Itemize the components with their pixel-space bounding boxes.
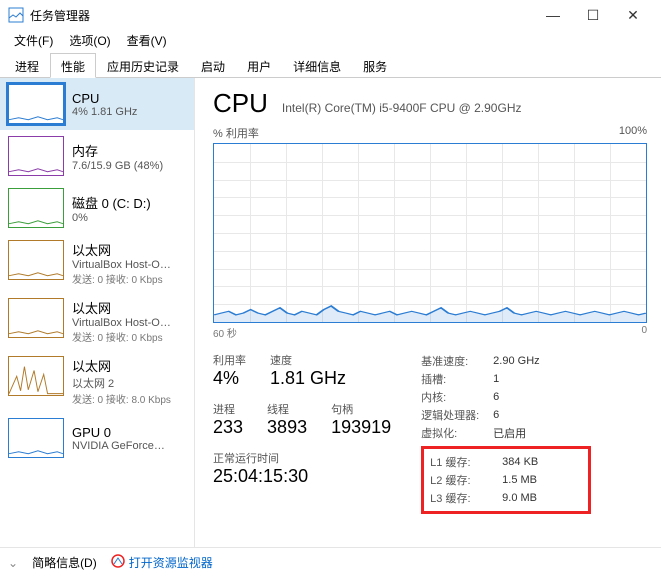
menubar: 文件(F) 选项(O) 查看(V) (0, 30, 661, 52)
main-panel: CPU Intel(R) Core(TM) i5-9400F CPU @ 2.9… (195, 78, 661, 547)
sidebar-item-name: 以太网 (72, 356, 171, 375)
sidebar-item-value: 7.6/15.9 GB (48%) (72, 160, 163, 172)
thumb-icon (8, 356, 64, 396)
monitor-icon (111, 554, 125, 571)
cpu-model: Intel(R) Core(TM) i5-9400F CPU @ 2.90GHz (282, 101, 522, 115)
footer: ⌄ 简略信息(D) 打开资源监视器 (0, 547, 661, 577)
resource-monitor-link[interactable]: 打开资源监视器 (111, 554, 213, 571)
util-val: 4% (213, 368, 246, 389)
sidebar-item-name: 内存 (72, 141, 163, 160)
util-max: 100% (619, 125, 647, 141)
handle-val: 193919 (331, 417, 391, 438)
axis-left: 60 秒 (213, 325, 237, 340)
tab-details[interactable]: 详细信息 (282, 53, 352, 78)
util-lbl: 利用率 (213, 352, 246, 368)
thumb-icon (8, 298, 64, 338)
sidebar-item-gpu-0[interactable]: GPU 0NVIDIA GeForce… (0, 412, 194, 464)
sidebar-item-name: 以太网 (72, 298, 171, 317)
thread-val: 3893 (267, 417, 307, 438)
tab-performance[interactable]: 性能 (50, 53, 96, 78)
page-title: CPU (213, 88, 268, 119)
sidebar-item--0-c-d-[interactable]: 磁盘 0 (C: D:)0% (0, 182, 194, 234)
sidebar-item-sub: 发送: 0 接收: 0 Kbps (72, 329, 171, 344)
sidebar-item--[interactable]: 以太网VirtualBox Host-O…发送: 0 接收: 0 Kbps (0, 292, 194, 350)
thread-lbl: 线程 (267, 401, 307, 417)
tabbar: 进程 性能 应用历史记录 启动 用户 详细信息 服务 (0, 52, 661, 78)
tab-startup[interactable]: 启动 (190, 53, 236, 78)
axis-right: 0 (641, 325, 647, 340)
sidebar-item-name: 以太网 (72, 240, 171, 259)
tab-app-history[interactable]: 应用历史记录 (96, 53, 190, 78)
sidebar-item--[interactable]: 内存7.6/15.9 GB (48%) (0, 130, 194, 182)
sidebar-item-name: GPU 0 (72, 425, 165, 440)
window-title: 任务管理器 (30, 7, 533, 24)
minimize-button[interactable]: — (533, 0, 573, 30)
proc-val: 233 (213, 417, 243, 438)
brief-info-link[interactable]: 简略信息(D) (32, 554, 97, 571)
speed-lbl: 速度 (270, 352, 346, 368)
sidebar-item-value: VirtualBox Host-O… (72, 259, 171, 271)
thumb-icon (8, 240, 64, 280)
sidebar: CPU4% 1.81 GHz内存7.6/15.9 GB (48%)磁盘 0 (C… (0, 78, 195, 547)
sidebar-item-value: 0% (72, 212, 151, 224)
thumb-icon (8, 136, 64, 176)
sidebar-item-cpu[interactable]: CPU4% 1.81 GHz (0, 78, 194, 130)
menu-options[interactable]: 选项(O) (61, 30, 118, 52)
cpu-chart[interactable] (213, 143, 647, 323)
thumb-icon (8, 418, 64, 458)
sidebar-item--[interactable]: 以太网以太网 2发送: 0 接收: 8.0 Kbps (0, 350, 194, 412)
speed-val: 1.81 GHz (270, 368, 346, 389)
tab-processes[interactable]: 进程 (4, 53, 50, 78)
sidebar-item--[interactable]: 以太网VirtualBox Host-O…发送: 0 接收: 0 Kbps (0, 234, 194, 292)
proc-lbl: 进程 (213, 401, 243, 417)
close-button[interactable]: ✕ (613, 0, 653, 30)
sidebar-item-name: 磁盘 0 (C: D:) (72, 193, 151, 212)
sidebar-item-value: 4% 1.81 GHz (72, 106, 137, 118)
app-icon (8, 7, 24, 23)
sidebar-item-sub: 发送: 0 接收: 8.0 Kbps (72, 391, 171, 406)
util-label: % 利用率 (213, 125, 259, 141)
cpu-info-table: 基准速度:2.90 GHz 插槽:1 内核:6 逻辑处理器:6 虚拟化:已启用 … (421, 352, 591, 514)
menu-file[interactable]: 文件(F) (6, 30, 61, 52)
maximize-button[interactable]: ☐ (573, 0, 613, 30)
sidebar-item-value: 以太网 2 (72, 375, 171, 391)
handle-lbl: 句柄 (331, 401, 391, 417)
sidebar-item-name: CPU (72, 91, 137, 106)
uptime-lbl: 正常运行时间 (213, 450, 391, 466)
thumb-icon (8, 84, 64, 124)
tab-services[interactable]: 服务 (352, 53, 398, 78)
tab-users[interactable]: 用户 (236, 53, 282, 78)
chevron-down-icon[interactable]: ⌄ (8, 556, 18, 570)
thumb-icon (8, 188, 64, 228)
titlebar: 任务管理器 — ☐ ✕ (0, 0, 661, 30)
sidebar-item-sub: 发送: 0 接收: 0 Kbps (72, 271, 171, 286)
sidebar-item-value: VirtualBox Host-O… (72, 317, 171, 329)
sidebar-item-value: NVIDIA GeForce… (72, 440, 165, 452)
uptime-val: 25:04:15:30 (213, 466, 391, 487)
menu-view[interactable]: 查看(V) (119, 30, 175, 52)
cache-highlight: L1 缓存:384 KB L2 缓存:1.5 MB L3 缓存:9.0 MB (421, 446, 591, 514)
